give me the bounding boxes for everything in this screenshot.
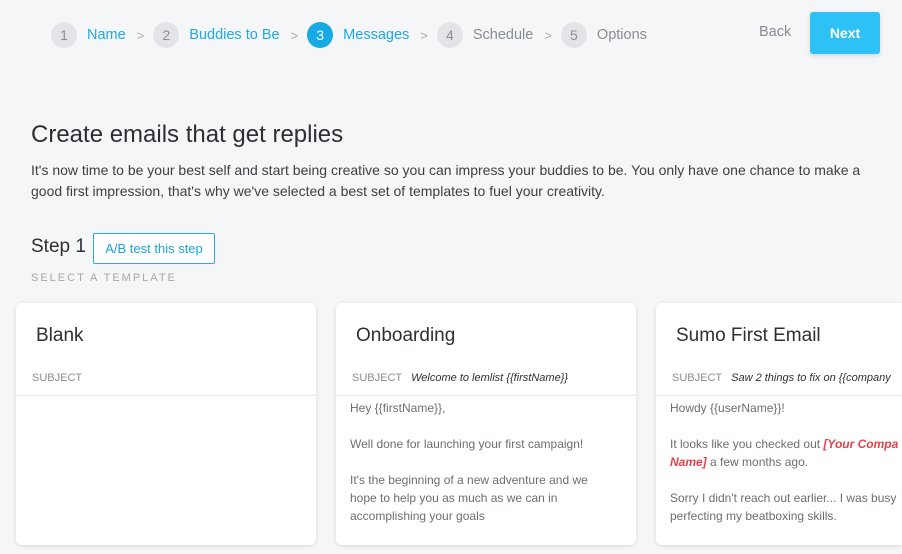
intro-text: It's now time to be your best self and s…	[31, 162, 861, 199]
variable-highlight: Name]	[670, 455, 707, 469]
step-schedule[interactable]: 4 Schedule	[436, 22, 534, 48]
progress-stepper: 1 Name > 2 Buddies to Be > 3 Messages > …	[51, 21, 647, 49]
divider	[336, 395, 636, 396]
step-buddies-to-be[interactable]: 2 Buddies to Be	[153, 22, 280, 48]
body-line: accomplishing your goals	[350, 509, 485, 523]
step-number: 2	[153, 22, 180, 48]
variable-highlight: [Your Compa	[823, 437, 899, 451]
next-button[interactable]: Next	[810, 12, 880, 54]
body-line: Hey {{firstName}},	[350, 401, 446, 415]
body-line: hope to help you as much as we can in	[350, 491, 558, 505]
step-label: Name	[87, 27, 126, 43]
body-line: perfecting my beatboxing skills.	[670, 509, 837, 523]
step-name[interactable]: 1 Name	[51, 22, 126, 48]
divider	[656, 395, 902, 396]
step-number: 5	[560, 22, 587, 48]
chevron-right-icon: >	[544, 27, 552, 43]
body-line: Well done for launching your first campa…	[350, 437, 584, 451]
template-card-onboarding[interactable]: Onboarding SUBJECT Welcome to lemlist {{f…	[336, 303, 636, 545]
template-card-sumo-first-email[interactable]: Sumo First Email SUBJECT Saw 2 things to …	[656, 303, 902, 545]
step-label: Buddies to Be	[189, 27, 280, 43]
step-heading: Step 1	[31, 236, 86, 257]
template-title: Onboarding	[356, 325, 456, 346]
select-template-label: SELECT A TEMPLATE	[31, 272, 177, 284]
step-label: Schedule	[472, 27, 534, 43]
step-number: 4	[436, 22, 463, 48]
subject-label: SUBJECT	[352, 372, 403, 384]
subject-label: SUBJECT	[32, 372, 83, 384]
step-number: 1	[51, 22, 77, 48]
template-title: Sumo First Email	[676, 325, 821, 346]
chevron-right-icon: >	[136, 27, 145, 43]
template-body-preview: Howdy {{userName}}! It looks like you ch…	[670, 399, 902, 525]
body-text: It looks like you checked out	[670, 437, 824, 451]
chevron-right-icon: >	[290, 27, 299, 43]
template-body-preview: Hey {{firstName}}, Well done for launchi…	[350, 399, 636, 525]
template-subject: SUBJECT	[32, 372, 316, 384]
subject-value: Saw 2 things to fix on {{company	[731, 372, 891, 384]
ab-test-button[interactable]: A/B test this step	[93, 233, 215, 264]
template-title: Blank	[36, 325, 84, 346]
template-card-blank[interactable]: Blank SUBJECT	[16, 303, 316, 545]
page-title: Create emails that get replies	[31, 121, 344, 148]
step-label: Options	[596, 27, 647, 43]
body-line: Sorry I didn't reach out earlier... I wa…	[670, 491, 897, 505]
step-options[interactable]: 5 Options	[560, 22, 647, 48]
step-messages[interactable]: 3 Messages	[307, 22, 409, 48]
template-subject: SUBJECT Saw 2 things to fix on {{company	[672, 372, 902, 384]
body-line: It looks like you checked out [Your Comp…	[670, 435, 902, 453]
back-button[interactable]: Back	[759, 24, 791, 40]
body-text: a few months ago.	[706, 455, 809, 469]
step-label: Messages	[343, 27, 410, 43]
body-line: It's the beginning of a new adventure an…	[350, 473, 588, 487]
chevron-right-icon: >	[420, 27, 428, 43]
divider	[16, 395, 316, 396]
subject-label: SUBJECT	[672, 372, 723, 384]
template-subject: SUBJECT Welcome to lemlist {{firstName}}	[352, 372, 636, 384]
subject-value: Welcome to lemlist {{firstName}}	[411, 372, 569, 384]
body-line: Howdy {{userName}}!	[670, 401, 785, 415]
step-number: 3	[307, 22, 334, 48]
body-line: Name] a few months ago.	[670, 453, 902, 471]
